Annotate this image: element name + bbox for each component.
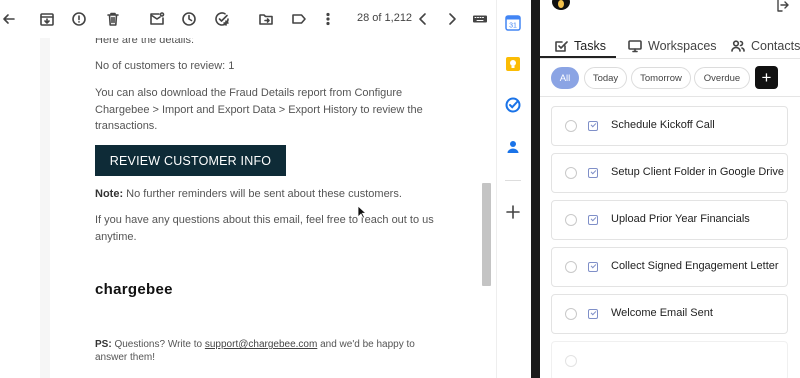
task-type-icon: [588, 168, 598, 178]
task-complete-radio[interactable]: [565, 167, 577, 179]
email-toolbar: 28 of 1,212: [0, 0, 495, 38]
task-complete-radio[interactable]: [565, 355, 577, 367]
tasks-panel: Tasks Workspaces Contacts All Today Tomo…: [540, 0, 800, 378]
filter-tomorrow-chip[interactable]: Tomorrow: [631, 67, 691, 89]
archive-icon[interactable]: [38, 10, 56, 28]
email-frame-strip: [40, 38, 50, 378]
task-complete-radio[interactable]: [565, 261, 577, 273]
task-complete-radio[interactable]: [565, 120, 577, 132]
task-label: Collect Signed Engagement Letter: [611, 260, 779, 272]
details-line: Here are the details:: [95, 38, 195, 46]
support-email-link[interactable]: support@chargebee.com: [205, 339, 317, 350]
task-item[interactable]: Upload Prior Year Financials: [551, 200, 788, 240]
checkbox-icon: [555, 41, 568, 52]
calendar-day: 31: [509, 23, 517, 30]
task-label: Welcome Email Sent: [611, 307, 713, 319]
mouse-cursor-icon: [357, 205, 367, 219]
mark-unread-icon[interactable]: [148, 10, 166, 28]
newer-icon[interactable]: [414, 10, 432, 28]
note-label: Note:: [95, 188, 124, 200]
keep-icon[interactable]: [505, 56, 521, 72]
move-to-icon[interactable]: [257, 10, 275, 28]
email-left-gutter: [0, 38, 40, 378]
questions-line: If you have any questions about this ema…: [95, 214, 434, 243]
review-customer-info-button[interactable]: REVIEW CUSTOMER INFO: [95, 145, 286, 176]
older-icon[interactable]: [443, 10, 461, 28]
ps-text-before: Questions? Write to: [111, 339, 205, 350]
task-type-icon: [588, 215, 598, 225]
task-label: Upload Prior Year Financials: [611, 213, 750, 225]
task-type-icon: [588, 262, 598, 272]
tab-tasks-label: Tasks: [574, 39, 606, 53]
report-spam-icon[interactable]: [70, 10, 88, 28]
ps-label: PS:: [95, 339, 112, 350]
pager-count: 28 of 1,212: [357, 12, 413, 24]
note-line: Note: No further reminders will be sent …: [95, 186, 440, 203]
filters-border: [540, 96, 800, 97]
email-scrollbar-thumb[interactable]: [482, 183, 491, 286]
snooze-icon[interactable]: [180, 10, 198, 28]
email-body: Here are the details: No of customers to…: [0, 38, 495, 378]
task-type-icon: [588, 121, 598, 131]
filter-all-chip[interactable]: All: [551, 67, 579, 89]
download-line: You can also download the Fraud Details …: [95, 87, 423, 132]
keyboard-icon[interactable]: [471, 10, 489, 28]
label-icon[interactable]: [290, 10, 308, 28]
app-logo-icon: [552, 0, 570, 10]
side-apps-strip: 31: [496, 0, 530, 378]
add-task-button[interactable]: +: [755, 66, 778, 89]
task-item[interactable]: Welcome Email Sent: [551, 294, 788, 334]
more-vert-icon[interactable]: [319, 10, 337, 28]
tab-workspaces[interactable]: Workspaces: [628, 32, 717, 60]
task-item[interactable]: Setup Client Folder in Google Drive: [551, 153, 788, 193]
tabs-border: [540, 58, 800, 59]
task-item-partial[interactable]: [551, 341, 788, 378]
task-label: Schedule Kickoff Call: [611, 119, 715, 131]
task-complete-radio[interactable]: [565, 214, 577, 226]
add-app-icon[interactable]: [505, 204, 521, 220]
customers-line: No of customers to review: 1: [95, 60, 235, 72]
task-complete-radio[interactable]: [565, 308, 577, 320]
ps-line: PS: Questions? Write to support@chargebe…: [95, 338, 425, 364]
calendar-icon[interactable]: 31: [505, 15, 521, 31]
task-item[interactable]: Schedule Kickoff Call: [551, 106, 788, 146]
strip-divider: [505, 180, 521, 181]
tab-contacts-label: Contacts: [751, 39, 800, 53]
chargebee-logo: chargebee: [95, 281, 173, 298]
tab-workspaces-label: Workspaces: [648, 39, 717, 53]
filter-overdue-chip[interactable]: Overdue: [694, 67, 750, 89]
task-label: Setup Client Folder in Google Drive: [611, 166, 785, 178]
contacts-icon[interactable]: [505, 139, 521, 155]
back-arrow-icon[interactable]: [0, 10, 18, 28]
tab-contacts[interactable]: Contacts: [731, 32, 800, 60]
filter-today-chip[interactable]: Today: [584, 67, 627, 89]
task-type-icon: [588, 309, 598, 319]
delete-icon[interactable]: [104, 10, 122, 28]
exit-icon[interactable]: [776, 0, 790, 12]
note-text: No further reminders will be sent about …: [123, 188, 402, 200]
monitor-icon: [628, 40, 642, 53]
panel-divider: [531, 0, 540, 378]
add-to-tasks-icon[interactable]: [213, 10, 231, 28]
tasks-icon[interactable]: [505, 97, 521, 113]
task-item[interactable]: Collect Signed Engagement Letter: [551, 247, 788, 287]
people-icon: [731, 40, 745, 52]
